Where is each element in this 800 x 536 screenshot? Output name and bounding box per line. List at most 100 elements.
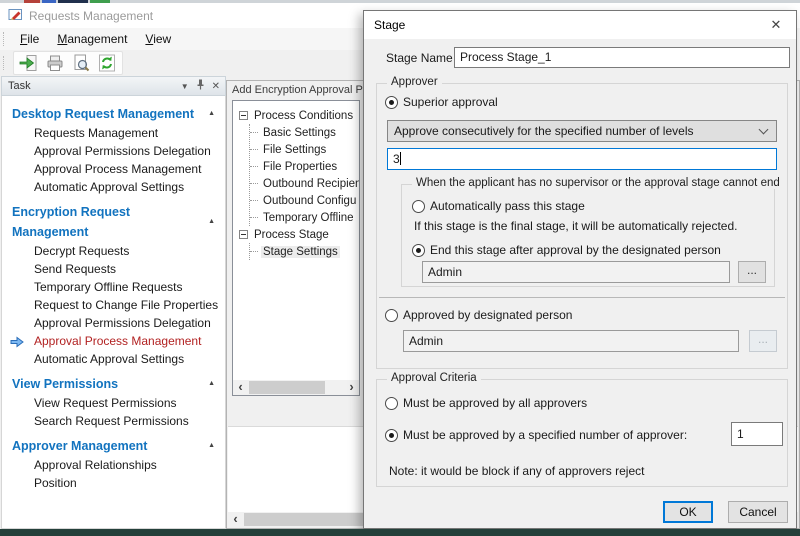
panel-menu-icon[interactable]: ▼ [181,82,189,91]
approver-count-input[interactable]: 1 [731,422,783,446]
task-panel: Task ▼ ✕ Desktop Request Management ▲ Re… [1,76,226,529]
tree-node-process-conditions[interactable]: Process Conditions [239,107,359,124]
end-stage-designated-radio[interactable] [412,243,425,257]
auto-pass-radio[interactable] [412,199,425,213]
stage-dialog-title: Stage [374,18,406,32]
task-item[interactable]: Approval Permissions Delegation [2,314,225,332]
stage-dialog-titlebar: Stage ✕ [364,11,796,39]
scroll-right-icon[interactable]: › [344,380,359,395]
approval-mode-select[interactable]: Approve consecutively for the specified … [387,120,777,142]
section-header[interactable]: Approver Management ▲ [2,436,225,456]
auto-pass-note: If this stage is the final stage, it wil… [414,219,738,233]
task-item[interactable]: Approval Relationships [2,456,225,474]
menu-view[interactable]: View [136,30,180,48]
browse-designee-button[interactable]: ... [738,261,766,283]
designee-field[interactable]: Admin [422,261,730,283]
tree-node[interactable]: Outbound Configu [250,192,359,209]
cancel-button[interactable]: Cancel [728,501,788,523]
tree-collapse-icon[interactable] [239,230,248,239]
tree-node[interactable]: Outbound Recipien [250,175,359,192]
close-icon[interactable]: ✕ [756,17,796,33]
approval-criteria-label: Approval Criteria [387,372,481,384]
task-item[interactable]: View Request Permissions [2,394,225,412]
task-item[interactable]: Approval Process Management [2,160,225,178]
close-icon[interactable]: ✕ [212,81,220,92]
process-tree: Process Conditions Basic Settings File S… [232,100,360,396]
menu-management[interactable]: Management [48,30,136,48]
task-item-active[interactable]: Approval Process Management [2,332,225,350]
tree-horizontal-scrollbar[interactable]: ‹ › [233,380,359,395]
tree-node[interactable]: Basic Settings [250,124,359,141]
menubar-grip [3,32,7,46]
preview-button[interactable] [68,52,94,74]
designated-person-field[interactable]: Admin [403,330,739,352]
refresh-button[interactable] [94,52,120,74]
task-panel-title: Task [8,80,31,92]
approval-criteria-group: Approval Criteria Must be approved by al… [376,372,788,487]
task-item[interactable]: Position [2,474,225,492]
approver-group: Approver Superior approval Approve conse… [376,76,788,369]
task-section-approver-management: Approver Management ▲ Approval Relations… [2,436,225,492]
refresh-icon [99,54,115,72]
tree-node[interactable]: File Properties [250,158,359,175]
scrollbar-thumb[interactable] [249,381,325,394]
group-separator [379,297,785,298]
collapse-icon[interactable]: ▲ [208,104,215,124]
pin-icon[interactable] [196,79,205,93]
ok-button[interactable]: OK [663,501,713,523]
task-item[interactable]: Search Request Permissions [2,412,225,430]
no-supervisor-group: When the applicant has no supervisor or … [401,177,784,287]
tree-node-process-stage[interactable]: Process Stage [239,226,359,243]
task-section-view-permissions: View Permissions ▲ View Request Permissi… [2,374,225,430]
section-header[interactable]: Encryption Request Management ▲ [2,202,225,242]
tree-node-stage-settings[interactable]: Stage Settings [250,243,359,260]
task-item[interactable]: Send Requests [2,260,225,278]
toolbar-grip [3,56,7,70]
superior-approval-radio[interactable] [385,95,398,109]
task-item[interactable]: Automatic Approval Settings [2,350,225,368]
scroll-left-icon[interactable]: ‹ [228,512,243,527]
import-icon [19,55,37,71]
active-item-arrow-icon [10,335,24,350]
task-item[interactable]: Decrypt Requests [2,242,225,260]
collapse-icon[interactable]: ▲ [208,436,215,456]
tree-collapse-icon[interactable] [239,111,248,120]
menu-file[interactable]: File [11,30,48,48]
task-panel-body: Desktop Request Management ▲ Requests Ma… [1,96,226,529]
window-title: Requests Management [29,8,154,23]
print-button[interactable] [42,52,68,74]
designated-person-radio[interactable] [385,308,398,322]
import-button[interactable] [16,52,42,74]
browse-designated-button[interactable]: ... [749,330,777,352]
app-icon [8,7,23,25]
stage-name-input[interactable]: Process Stage_1 [454,47,790,68]
section-header[interactable]: Desktop Request Management ▲ [2,104,225,124]
task-item[interactable]: Request to Change File Properties [2,296,225,314]
scroll-left-icon[interactable]: ‹ [233,380,248,395]
task-section-encryption-request-management: Encryption Request Management ▲ Decrypt … [2,202,225,368]
print-icon [47,55,63,71]
collapse-icon[interactable]: ▲ [208,374,215,394]
stage-name-label: Stage Name [386,50,453,65]
collapse-icon[interactable]: ▲ [208,212,215,232]
task-item[interactable]: Automatic Approval Settings [2,178,225,196]
criteria-note: Note: it would be block if any of approv… [389,464,645,478]
tree-node[interactable]: Temporary Offline [250,209,359,226]
text-caret [399,152,401,165]
preview-icon [74,54,90,72]
task-item[interactable]: Requests Management [2,124,225,142]
section-header[interactable]: View Permissions ▲ [2,374,225,394]
levels-count-input[interactable]: 3 [387,148,777,170]
specified-number-radio[interactable] [385,428,398,442]
no-supervisor-group-label: When the applicant has no supervisor or … [412,177,784,189]
approver-group-label: Approver [387,76,442,88]
task-item[interactable]: Approval Permissions Delegation [2,142,225,160]
all-approvers-radio[interactable] [385,396,398,410]
tree-node[interactable]: File Settings [250,141,359,158]
stage-dialog: Stage ✕ Stage Name Process Stage_1 Appro… [363,10,797,529]
chevron-down-icon [758,124,769,135]
task-panel-header: Task ▼ ✕ [1,76,226,96]
background-bottom-strip [0,529,800,536]
task-item[interactable]: Temporary Offline Requests [2,278,225,296]
task-section-desktop-request-management: Desktop Request Management ▲ Requests Ma… [2,104,225,196]
